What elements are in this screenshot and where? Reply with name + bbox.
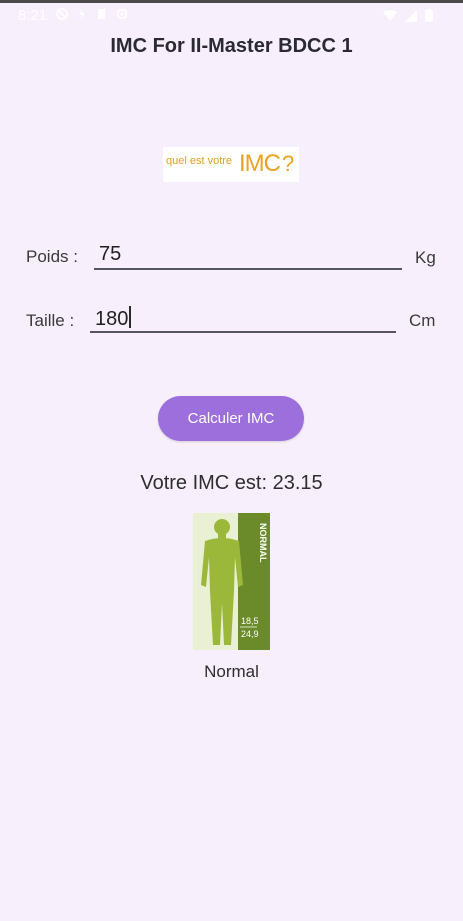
range-low-label: 18,5: [241, 616, 259, 626]
banner-text-big: IMC: [239, 150, 281, 177]
status-notification-icons: [56, 8, 128, 20]
poids-input[interactable]: 75: [94, 240, 402, 270]
taille-unit: Cm: [409, 311, 436, 330]
banner-text-small: quel est votre: [166, 155, 233, 167]
taille-input-text: 180: [95, 308, 129, 330]
taille-input-value: 180: [95, 306, 132, 331]
human-silhouette: [201, 519, 243, 645]
imc-banner-image: quel est votre IMC ?: [163, 147, 299, 182]
status-time: 8:21: [18, 7, 48, 24]
taille-label: Taille :: [26, 311, 75, 330]
category-vertical-label: NORMAL: [258, 523, 268, 563]
wifi-icon: [383, 9, 397, 21]
android-debug-icon: [117, 9, 127, 19]
signal-icon: [405, 9, 417, 22]
bmi-category-label: Normal: [204, 662, 259, 681]
taille-input[interactable]: 180: [90, 303, 396, 333]
battery-icon: [425, 9, 433, 22]
calculer-imc-button[interactable]: Calculer IMC: [158, 396, 304, 441]
do-not-disturb-icon: [56, 8, 68, 20]
sd-card-icon: [98, 9, 105, 19]
bmi-category-image: NORMAL 18,5 24,9: [193, 513, 270, 650]
app-title: IMC For II-Master BDCC 1: [110, 35, 353, 57]
poids-unit: Kg: [415, 248, 436, 267]
status-bar: 8:21: [0, 3, 463, 29]
poids-label: Poids :: [26, 247, 78, 266]
bmi-figure-illustration: NORMAL 18,5 24,9: [201, 513, 270, 650]
imc-result-text: Votre IMC est: 23.15: [140, 472, 323, 494]
poids-input-value: 75: [99, 243, 122, 265]
data-saver-icon: [79, 9, 85, 19]
text-cursor: [129, 306, 132, 328]
banner-text-question: ?: [282, 151, 295, 176]
range-high-label: 24,9: [241, 629, 259, 639]
status-system-icons: [383, 9, 433, 22]
